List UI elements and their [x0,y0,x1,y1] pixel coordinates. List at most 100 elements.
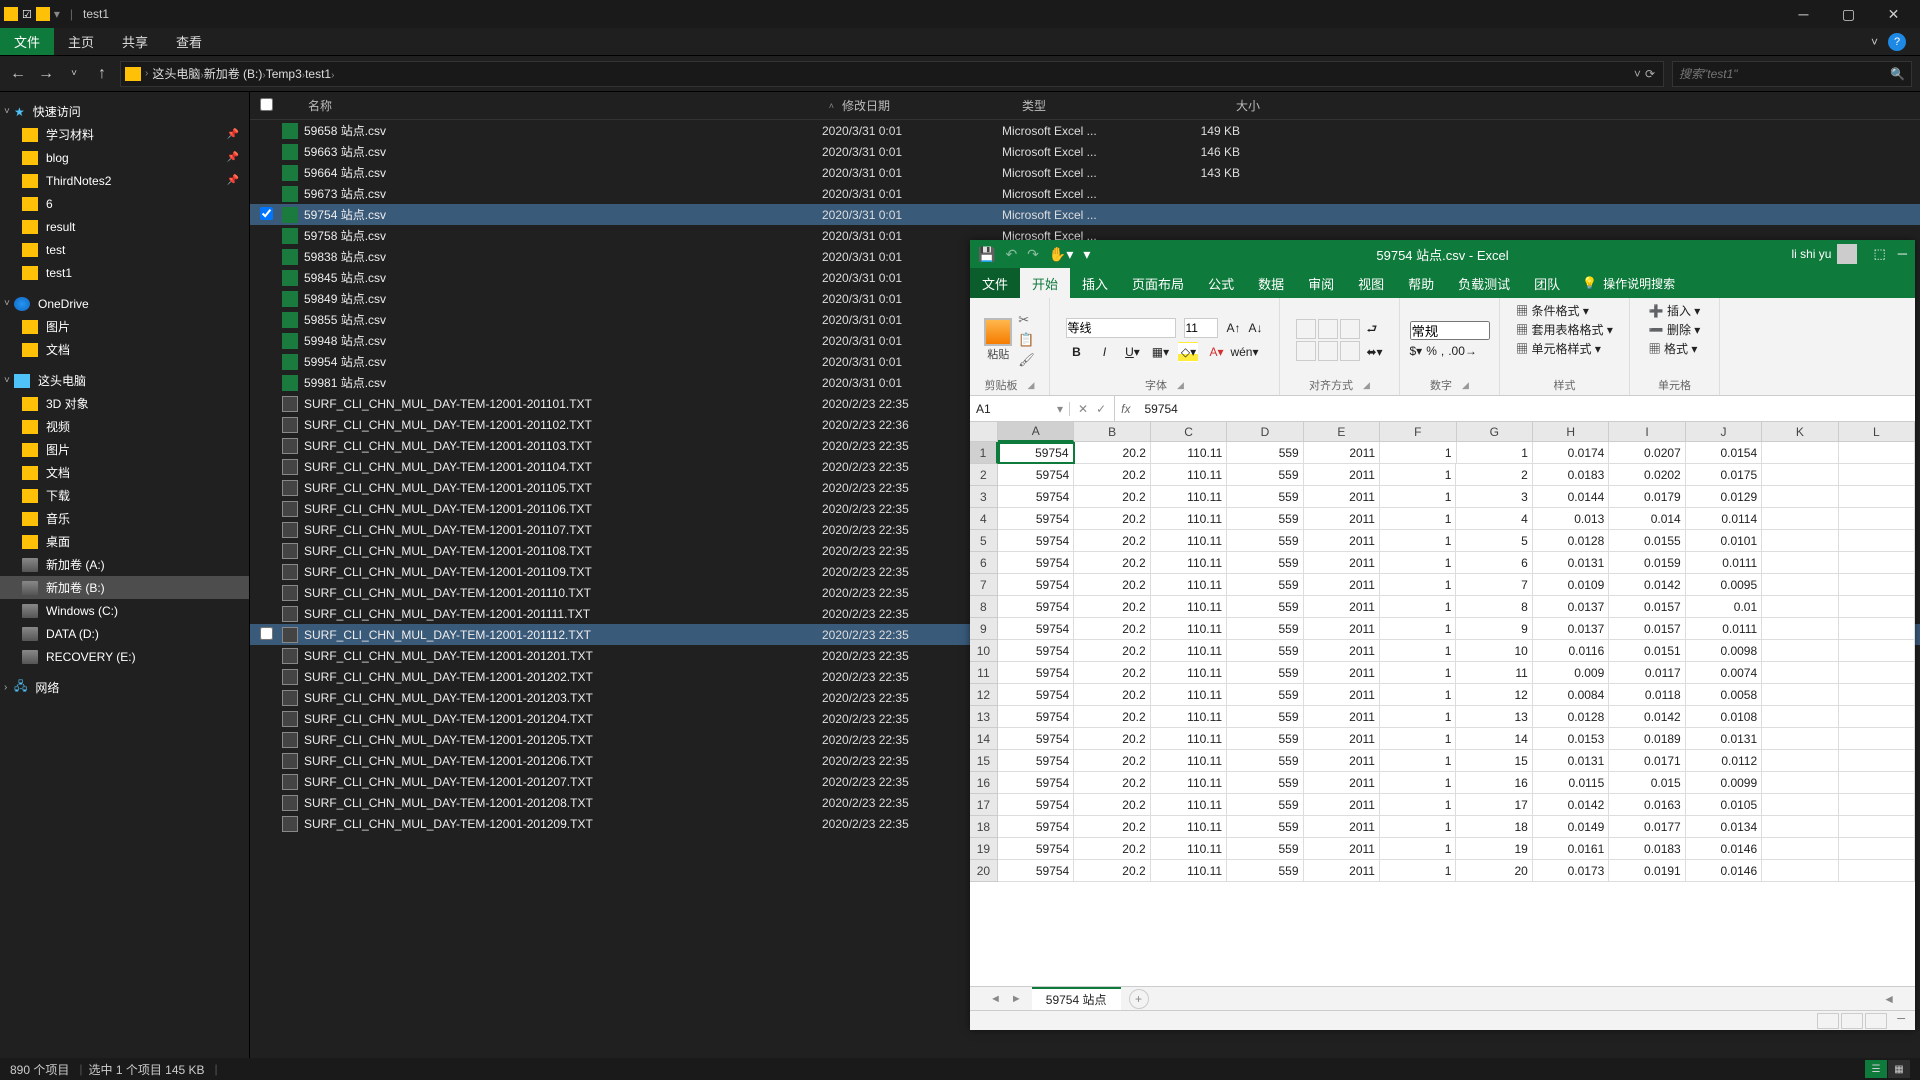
cell[interactable]: 59754 [998,552,1074,574]
cell[interactable] [1762,838,1838,860]
cell[interactable]: 0.0154 [1686,442,1762,464]
sidebar-item[interactable]: blog📌 [0,146,249,169]
cell[interactable]: 559 [1227,728,1303,750]
cancel-icon[interactable]: ✕ [1078,402,1088,416]
cell[interactable]: 0.0142 [1609,574,1685,596]
cell[interactable]: 559 [1227,508,1303,530]
sidebar-item[interactable]: 新加卷 (B:) [0,576,249,599]
cell[interactable] [1839,772,1915,794]
excel-tab-审阅[interactable]: 审阅 [1296,268,1346,298]
details-view-button[interactable]: ☰ [1865,1060,1887,1078]
cell[interactable]: 0.0146 [1686,860,1762,882]
row-header[interactable]: 12 [970,684,998,706]
search-icon[interactable]: 🔍 [1890,67,1905,81]
cell[interactable]: 0.0131 [1533,552,1609,574]
cell[interactable]: 0.0202 [1609,464,1685,486]
cell[interactable]: 8 [1456,596,1532,618]
cell[interactable] [1762,574,1838,596]
cell[interactable]: 0.0111 [1686,618,1762,640]
comma-button[interactable]: , [1441,344,1444,358]
new-sheet-button[interactable]: + [1129,989,1149,1009]
cell[interactable]: 59754 [998,574,1074,596]
cell[interactable]: 0.0155 [1609,530,1685,552]
cell[interactable]: 20.2 [1074,552,1150,574]
row-header[interactable]: 15 [970,750,998,772]
cell[interactable]: 20.2 [1074,464,1150,486]
cell[interactable]: 2011 [1304,750,1380,772]
cell[interactable]: 3 [1456,486,1532,508]
cell[interactable]: 0.014 [1609,508,1685,530]
cell[interactable]: 59754 [998,464,1074,486]
cell[interactable]: 1 [1380,772,1456,794]
cell[interactable]: 0.0131 [1686,728,1762,750]
row-header[interactable]: 18 [970,816,998,838]
cell[interactable]: 20.2 [1074,486,1150,508]
cell[interactable]: 0.0207 [1609,442,1685,464]
cell[interactable] [1762,486,1838,508]
file-row[interactable]: 59673 站点.csv2020/3/31 0:01Microsoft Exce… [250,183,1920,204]
cell[interactable]: 20.2 [1074,684,1150,706]
name-box[interactable]: A1▾ [970,402,1070,416]
tell-me[interactable]: 💡操作说明搜索 [1582,268,1675,298]
sidebar-item[interactable]: Windows (C:) [0,599,249,622]
cell[interactable]: 1 [1380,574,1456,596]
select-all-checkbox[interactable] [260,98,273,111]
breadcrumb[interactable]: 这头电脑 [152,67,200,81]
cell[interactable]: 59754 [998,860,1074,882]
row-header[interactable]: 6 [970,552,998,574]
cell[interactable] [1762,618,1838,640]
row-header[interactable]: 4 [970,508,998,530]
cell[interactable]: 110.11 [1151,684,1227,706]
cell[interactable] [1762,816,1838,838]
cell[interactable]: 2011 [1304,728,1380,750]
cell[interactable]: 0.0105 [1686,794,1762,816]
delete-cells-button[interactable]: ➖ 删除 ▾ [1649,321,1701,338]
copy-icon[interactable]: 📋 [1018,332,1035,348]
file-row[interactable]: 59663 站点.csv2020/3/31 0:01Microsoft Exce… [250,141,1920,162]
cell[interactable]: 0.0142 [1609,706,1685,728]
cell[interactable]: 59754 [998,684,1074,706]
cell[interactable]: 20.2 [1074,750,1150,772]
onedrive[interactable]: ˅OneDrive [0,292,249,315]
breadcrumb[interactable]: Temp3 [266,67,302,81]
fill-color-button[interactable]: ◇▾ [1178,342,1198,362]
cell[interactable]: 0.0137 [1533,596,1609,618]
cut-icon[interactable]: ✂ [1018,312,1035,328]
cell[interactable]: 59754 [998,442,1075,464]
cell[interactable]: 20.2 [1074,794,1150,816]
cell[interactable]: 0.0144 [1533,486,1609,508]
cell[interactable]: 59754 [998,618,1074,640]
cell[interactable] [1839,684,1915,706]
bold-button[interactable]: B [1066,342,1086,362]
col-header[interactable]: C [1151,422,1227,442]
row-header[interactable]: 16 [970,772,998,794]
row-header[interactable]: 7 [970,574,998,596]
cell[interactable] [1762,552,1838,574]
avatar-icon[interactable] [1837,244,1857,264]
zoom-out-button[interactable]: ─ [1897,1013,1905,1029]
cell[interactable]: 2011 [1304,618,1380,640]
cell[interactable]: 59754 [998,816,1074,838]
table-format-button[interactable]: ▦ 套用表格格式 ▾ [1516,321,1613,338]
col-header[interactable]: E [1304,422,1380,442]
cell[interactable]: 1 [1380,816,1456,838]
tab-file[interactable]: 文件 [0,28,54,55]
cell[interactable]: 0.0112 [1686,750,1762,772]
cell[interactable]: 59754 [998,706,1074,728]
chevron-down-icon[interactable]: ˅ [1634,67,1641,81]
row-header[interactable]: 8 [970,596,998,618]
redo-icon[interactable]: ↷ [1027,246,1039,263]
close-button[interactable]: ✕ [1871,0,1916,28]
cell[interactable]: 2011 [1304,596,1380,618]
cell[interactable]: 0.0111 [1686,552,1762,574]
cell[interactable]: 0.0151 [1609,640,1685,662]
cell[interactable]: 1 [1380,794,1456,816]
cell[interactable]: 0.0177 [1609,816,1685,838]
minimize-button[interactable]: ─ [1781,0,1826,28]
cell[interactable]: 110.11 [1151,816,1227,838]
cell[interactable]: 20.2 [1074,860,1150,882]
italic-button[interactable]: I [1094,342,1114,362]
col-header[interactable]: H [1533,422,1609,442]
chevron-down-icon[interactable]: ▾ [54,7,60,21]
cell[interactable]: 20.2 [1075,442,1151,464]
